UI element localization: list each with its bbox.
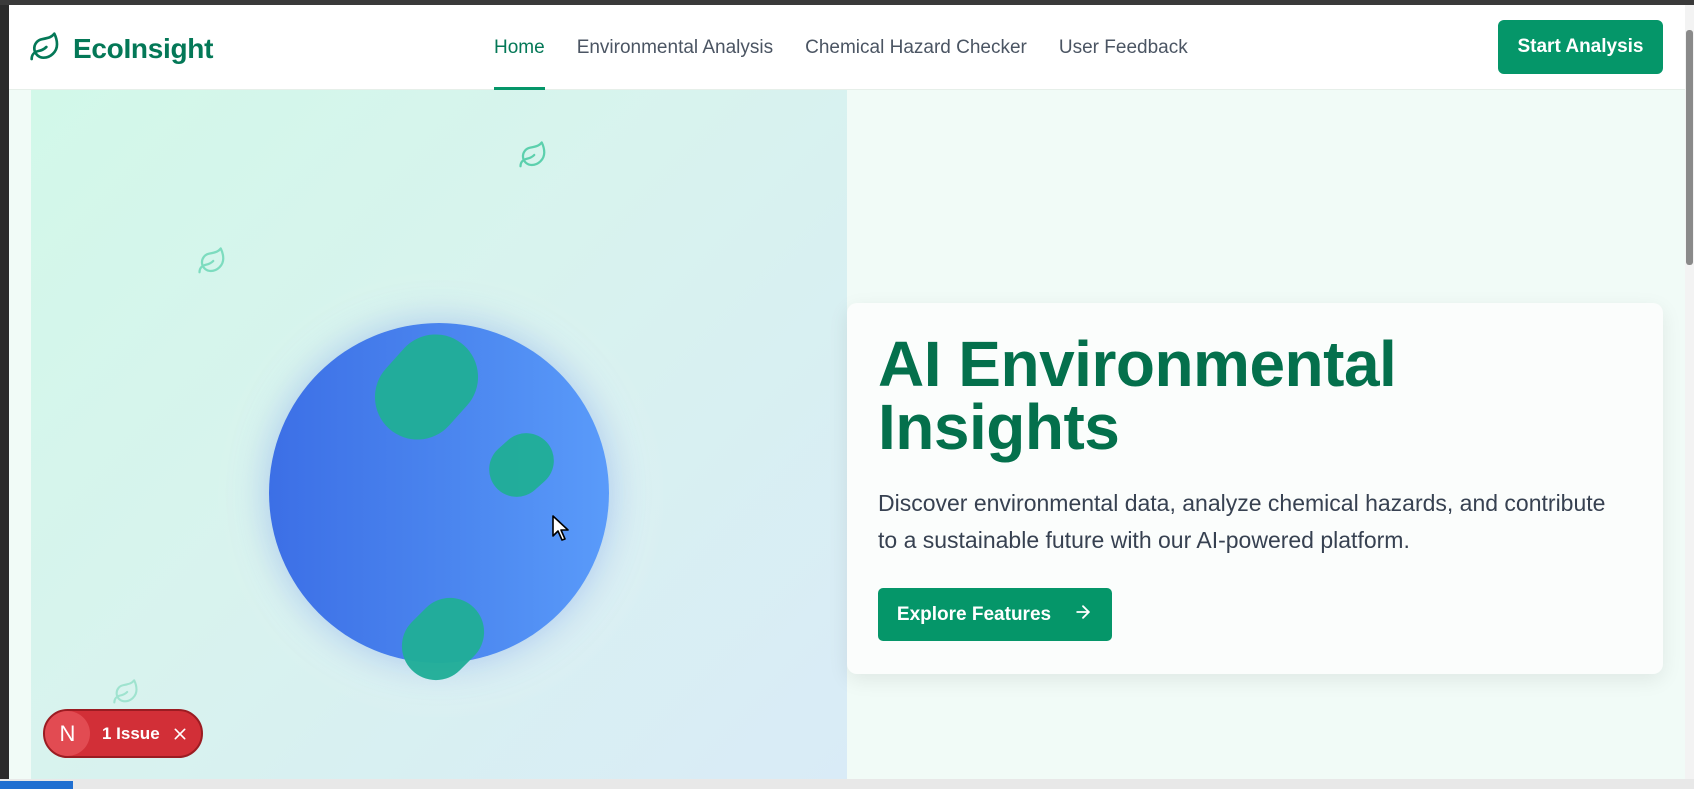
floating-leaf-icon — [112, 678, 140, 711]
hero-description: Discover environmental data, analyze che… — [878, 490, 1606, 553]
horizontal-scroll-thumb[interactable] — [0, 781, 73, 789]
start-analysis-button[interactable]: Start Analysis — [1498, 20, 1663, 74]
close-icon[interactable] — [172, 726, 188, 742]
vertical-scroll-thumb[interactable] — [1686, 30, 1693, 265]
brand-name: EcoInsight — [73, 33, 214, 64]
leaf-icon — [29, 31, 61, 68]
brand-logo[interactable]: EcoInsight — [29, 29, 213, 69]
hero-title: AI Environmental Insights — [878, 328, 1397, 463]
floating-leaf-icon — [197, 246, 227, 281]
window-left-edge — [0, 5, 9, 789]
explore-features-label: Explore Features — [896, 603, 1052, 625]
nav-item-environmental-analysis[interactable]: Environmental Analysis — [577, 5, 773, 90]
globe-landmass — [477, 421, 566, 509]
floating-leaf-icon — [518, 140, 548, 175]
globe-landmass — [357, 316, 496, 458]
horizontal-scrollbar[interactable] — [0, 779, 1694, 789]
explore-features-button[interactable]: Explore Features — [878, 588, 1112, 641]
nav-item-home[interactable]: Home — [494, 5, 545, 90]
main-nav: Home Environmental Analysis Chemical Haz… — [494, 5, 1188, 90]
page: EcoInsight Home Environmental Analysis C… — [9, 5, 1685, 779]
navbar: EcoInsight Home Environmental Analysis C… — [9, 5, 1685, 90]
issue-count: 1 Issue — [102, 723, 160, 743]
globe-illustration — [269, 316, 609, 695]
nav-item-chemical-hazard-checker[interactable]: Chemical Hazard Checker — [805, 5, 1027, 90]
n-logo-icon: N — [45, 711, 90, 756]
hero-illustration — [31, 90, 847, 779]
vertical-scrollbar[interactable] — [1685, 5, 1694, 779]
nav-item-user-feedback[interactable]: User Feedback — [1059, 5, 1188, 90]
mouse-cursor-icon — [551, 514, 571, 547]
issue-badge[interactable]: N 1 Issue — [43, 709, 203, 758]
hero-card: AI Environmental Insights Discover envir… — [847, 303, 1663, 674]
arrow-right-icon — [1073, 602, 1093, 628]
